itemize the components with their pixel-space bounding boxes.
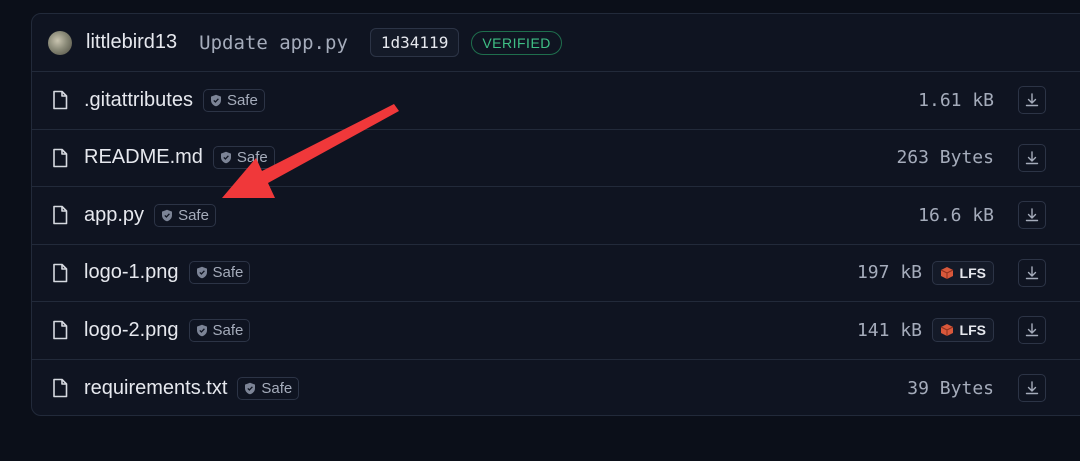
file-name-link[interactable]: README.md [84, 146, 203, 168]
commit-author[interactable]: littlebird13 [86, 31, 177, 54]
file-list-panel: littlebird13 Update app.py 1d34119 VERIF… [31, 13, 1080, 416]
file-name-link[interactable]: requirements.txt [84, 377, 227, 399]
file-name-link[interactable]: .gitattributes [84, 89, 193, 111]
download-icon [1025, 266, 1039, 279]
verified-badge: VERIFIED [471, 30, 562, 55]
avatar[interactable] [48, 30, 72, 55]
lfs-badge: LFS [931, 318, 994, 343]
commit-message[interactable]: Update app.py [199, 32, 348, 54]
safe-badge[interactable]: Safe [188, 261, 251, 285]
file-icon [53, 148, 68, 168]
file-icon [53, 205, 68, 225]
safe-badge[interactable]: Safe [154, 203, 216, 227]
safe-badge[interactable]: Safe [202, 88, 265, 112]
download-icon [1025, 208, 1039, 222]
file-size: 197 kB [856, 262, 922, 284]
lfs-cube-icon [940, 324, 953, 337]
file-size: 263 Bytes [896, 147, 994, 169]
download-icon [1025, 93, 1039, 107]
commit-hash[interactable]: 1d34119 [369, 28, 460, 57]
safe-label: Safe [261, 379, 293, 397]
file-icon [53, 378, 68, 398]
shield-icon [196, 267, 207, 279]
file-row[interactable]: logo-1.png Safe 197 kB LFS [32, 245, 1080, 302]
file-icon [53, 320, 68, 340]
file-name-link[interactable]: app.py [84, 204, 144, 226]
shield-icon [220, 152, 231, 164]
safe-badge[interactable]: Safe [188, 318, 251, 342]
file-name-link[interactable]: logo-2.png [84, 319, 179, 341]
file-row[interactable]: .gitattributes Safe 1.61 kB [32, 72, 1080, 130]
download-button[interactable] [1018, 86, 1046, 115]
lfs-cube-icon [940, 266, 953, 279]
file-icon [53, 263, 68, 283]
shield-icon [196, 324, 207, 337]
file-size: 39 Bytes [907, 377, 994, 399]
safe-label: Safe [226, 91, 258, 109]
file-name-link[interactable]: logo-1.png [84, 261, 179, 283]
file-list: .gitattributes Safe 1.61 kB README.md Safe… [32, 72, 1080, 416]
safe-badge[interactable]: Safe [212, 146, 275, 170]
file-row[interactable]: requirements.txt Safe 39 Bytes [32, 360, 1080, 416]
download-icon [1025, 323, 1039, 337]
shield-icon [210, 94, 221, 107]
download-button[interactable] [1018, 258, 1046, 287]
safe-badge[interactable]: Safe [237, 376, 300, 400]
download-button[interactable] [1018, 143, 1046, 172]
download-button[interactable] [1018, 201, 1046, 230]
download-icon [1025, 381, 1039, 395]
file-size: 141 kB [856, 319, 922, 341]
safe-label: Safe [236, 149, 268, 167]
shield-icon [245, 382, 256, 395]
download-icon [1025, 151, 1039, 164]
safe-label: Safe [212, 264, 244, 282]
lfs-label: LFS [959, 264, 986, 281]
file-row[interactable]: README.md Safe 263 Bytes [32, 130, 1080, 187]
commit-bar: littlebird13 Update app.py 1d34119 VERIF… [32, 14, 1080, 72]
safe-label: Safe [178, 206, 209, 224]
file-row[interactable]: logo-2.png Safe 141 kB LFS [32, 302, 1080, 360]
file-row[interactable]: app.py Safe 16.6 kB [32, 187, 1080, 245]
file-icon [53, 90, 68, 110]
lfs-badge: LFS [931, 260, 994, 285]
download-button[interactable] [1018, 316, 1046, 345]
file-size: 16.6 kB [918, 204, 994, 226]
download-button[interactable] [1018, 374, 1046, 403]
shield-icon [162, 209, 173, 222]
file-size: 1.61 kB [918, 89, 994, 111]
safe-label: Safe [212, 321, 244, 339]
lfs-label: LFS [959, 322, 986, 339]
